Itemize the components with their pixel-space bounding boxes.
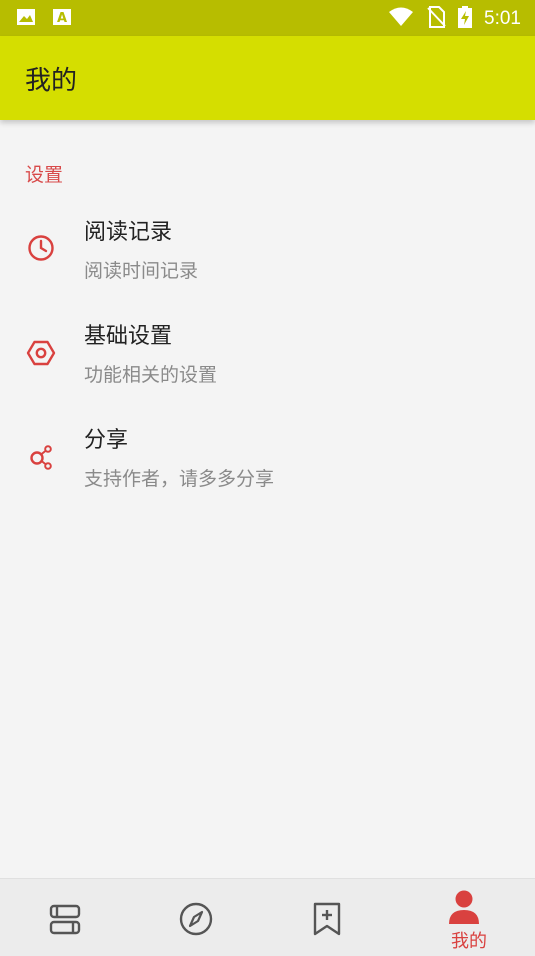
image-icon (16, 8, 36, 30)
person-icon (449, 890, 479, 924)
status-right-icons: 5:01 (388, 6, 521, 32)
wifi-icon (388, 7, 414, 31)
battery-charging-icon (458, 6, 473, 32)
pref-basic-settings[interactable]: 基础设置 功能相关的设置 (0, 318, 535, 418)
nav-mine[interactable]: 我的 (402, 879, 535, 956)
page-title: 我的 (25, 66, 78, 96)
status-bar: A 5:01 (0, 0, 535, 36)
pref-title: 分享 (84, 428, 129, 453)
nav-mine-label: 我的 (451, 931, 487, 952)
settings-hex-icon (26, 338, 56, 368)
status-time: 5:01 (484, 8, 521, 29)
status-left-icons: A (16, 8, 72, 30)
nav-discover[interactable] (134, 879, 268, 956)
pref-summary: 阅读时间记录 (84, 260, 199, 282)
pref-summary: 功能相关的设置 (84, 364, 218, 386)
clock-icon (26, 233, 56, 263)
nav-bookshelf[interactable] (0, 879, 134, 956)
compass-icon (179, 902, 213, 936)
pref-summary: 支持作者，请多多分享 (84, 468, 275, 490)
section-header-settings: 设置 (25, 164, 64, 186)
pref-title: 基础设置 (84, 324, 173, 349)
text-icon: A (52, 8, 72, 30)
bookshelf-icon (49, 904, 81, 935)
app-bar: 我的 (0, 36, 535, 120)
nav-bookmarks[interactable] (268, 879, 402, 956)
pref-share[interactable]: 分享 支持作者，请多多分享 (0, 422, 535, 522)
bookmark-add-icon (313, 902, 341, 936)
bottom-navigation: 我的 (0, 878, 535, 956)
pref-reading-history[interactable]: 阅读记录 阅读时间记录 (0, 214, 535, 314)
share-icon (26, 442, 56, 472)
pref-title: 阅读记录 (84, 220, 173, 245)
svg-text:A: A (57, 11, 67, 26)
no-sim-icon (426, 6, 446, 32)
